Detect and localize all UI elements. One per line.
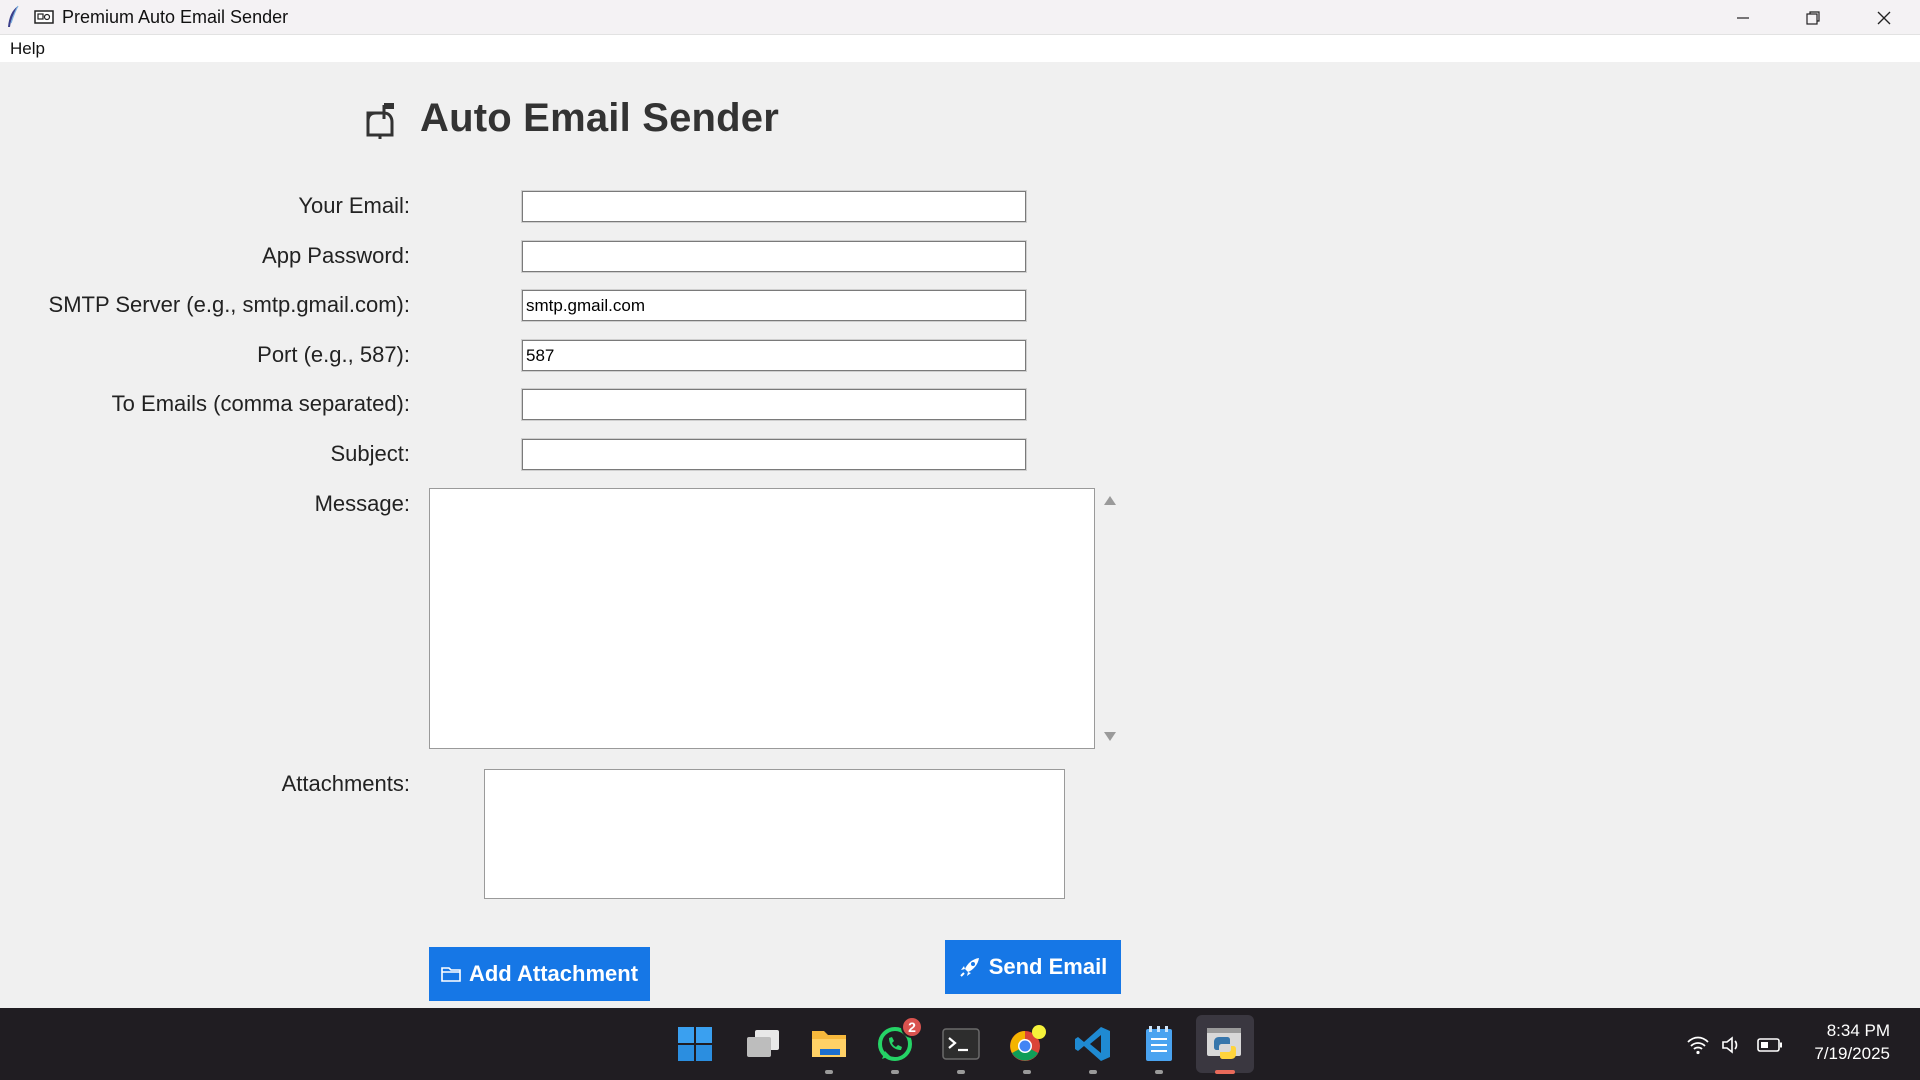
message-scrollbar[interactable] <box>1097 488 1123 749</box>
notepad-button[interactable] <box>1137 1022 1181 1074</box>
send-email-button[interactable]: Send Email <box>945 940 1121 994</box>
volume-icon[interactable] <box>1721 1035 1743 1055</box>
app-password-input[interactable] <box>521 240 1027 273</box>
task-view-icon <box>747 1030 779 1057</box>
file-explorer-icon <box>812 1031 846 1057</box>
subject-input[interactable] <box>521 438 1027 471</box>
attachments-list[interactable] <box>484 769 1065 899</box>
terminal-button[interactable] <box>939 1022 983 1074</box>
smtp-server-input[interactable] <box>521 289 1027 322</box>
running-indicator <box>891 1070 899 1074</box>
envelope-app-icon <box>34 10 54 24</box>
vscode-icon <box>1075 1027 1110 1061</box>
vscode-button[interactable] <box>1071 1022 1115 1074</box>
terminal-icon <box>942 1028 980 1060</box>
subject-label: Subject: <box>330 441 411 466</box>
page-heading: Auto Email Sender <box>362 96 779 141</box>
your-email-label: Your Email: <box>298 193 410 218</box>
message-textarea[interactable] <box>429 488 1095 749</box>
minimize-button[interactable] <box>1708 0 1778 35</box>
start-button[interactable] <box>673 1022 717 1066</box>
task-view-button[interactable] <box>741 1022 785 1066</box>
add-attachment-label: Add Attachment <box>468 961 639 986</box>
attachments-label: Attachments: <box>281 771 410 796</box>
python-app-button[interactable] <box>1196 1015 1254 1074</box>
notepad-icon <box>1146 1026 1172 1061</box>
close-button[interactable] <box>1849 0 1919 35</box>
whatsapp-button[interactable]: 2 <box>873 1016 923 1074</box>
close-icon <box>1877 11 1891 24</box>
title-bar: Premium Auto Email Sender <box>0 0 1920 35</box>
rocket-icon <box>959 958 979 977</box>
running-indicator <box>1023 1070 1031 1074</box>
running-indicator <box>1155 1070 1163 1074</box>
window-title: Premium Auto Email Sender <box>62 7 289 27</box>
mailbox-icon <box>366 102 394 139</box>
feather-icon <box>8 5 19 27</box>
chrome-button[interactable] <box>1005 1022 1049 1074</box>
python-icon <box>1207 1028 1241 1059</box>
running-indicator <box>825 1070 833 1074</box>
clock-time: 8:34 PM <box>1826 1021 1890 1040</box>
scroll-up-arrow-icon[interactable] <box>1104 496 1116 505</box>
file-explorer-button[interactable] <box>807 1022 851 1074</box>
battery-icon[interactable] <box>1757 1037 1783 1053</box>
menu-help[interactable]: Help <box>10 39 45 59</box>
page-title: Auto Email Sender <box>420 96 780 140</box>
running-indicator <box>1089 1070 1097 1074</box>
message-label: Message: <box>314 491 410 516</box>
system-clock[interactable]: 8:34 PM 7/19/2025 <box>1814 1019 1890 1065</box>
port-input[interactable] <box>521 339 1027 372</box>
app-password-label: App Password: <box>262 243 410 268</box>
add-attachment-button[interactable]: Add Attachment <box>429 947 650 1001</box>
running-indicator <box>957 1070 965 1074</box>
clock-date: 7/19/2025 <box>1814 1044 1890 1063</box>
wifi-icon[interactable] <box>1686 1035 1710 1055</box>
smtp-server-label: SMTP Server (e.g., smtp.gmail.com): <box>48 292 410 317</box>
menu-bar: Help <box>0 35 1920 62</box>
active-indicator <box>1215 1070 1235 1074</box>
chrome-icon <box>1010 1025 1046 1061</box>
port-label: Port (e.g., 587): <box>257 342 410 367</box>
windows-start-icon <box>678 1027 712 1061</box>
restore-button[interactable] <box>1778 0 1848 35</box>
send-email-label: Send Email <box>988 954 1108 979</box>
folder-icon <box>441 967 461 982</box>
restore-icon <box>1806 10 1820 25</box>
scroll-down-arrow-icon[interactable] <box>1104 732 1116 741</box>
minimize-icon <box>1737 16 1749 19</box>
whatsapp-badge: 2 <box>901 1016 923 1038</box>
to-emails-label: To Emails (comma separated): <box>111 391 410 416</box>
taskbar: 2 8:34 PM 7/19/2025 <box>0 1008 1920 1080</box>
to-emails-input[interactable] <box>521 388 1027 421</box>
your-email-input[interactable] <box>521 190 1027 223</box>
